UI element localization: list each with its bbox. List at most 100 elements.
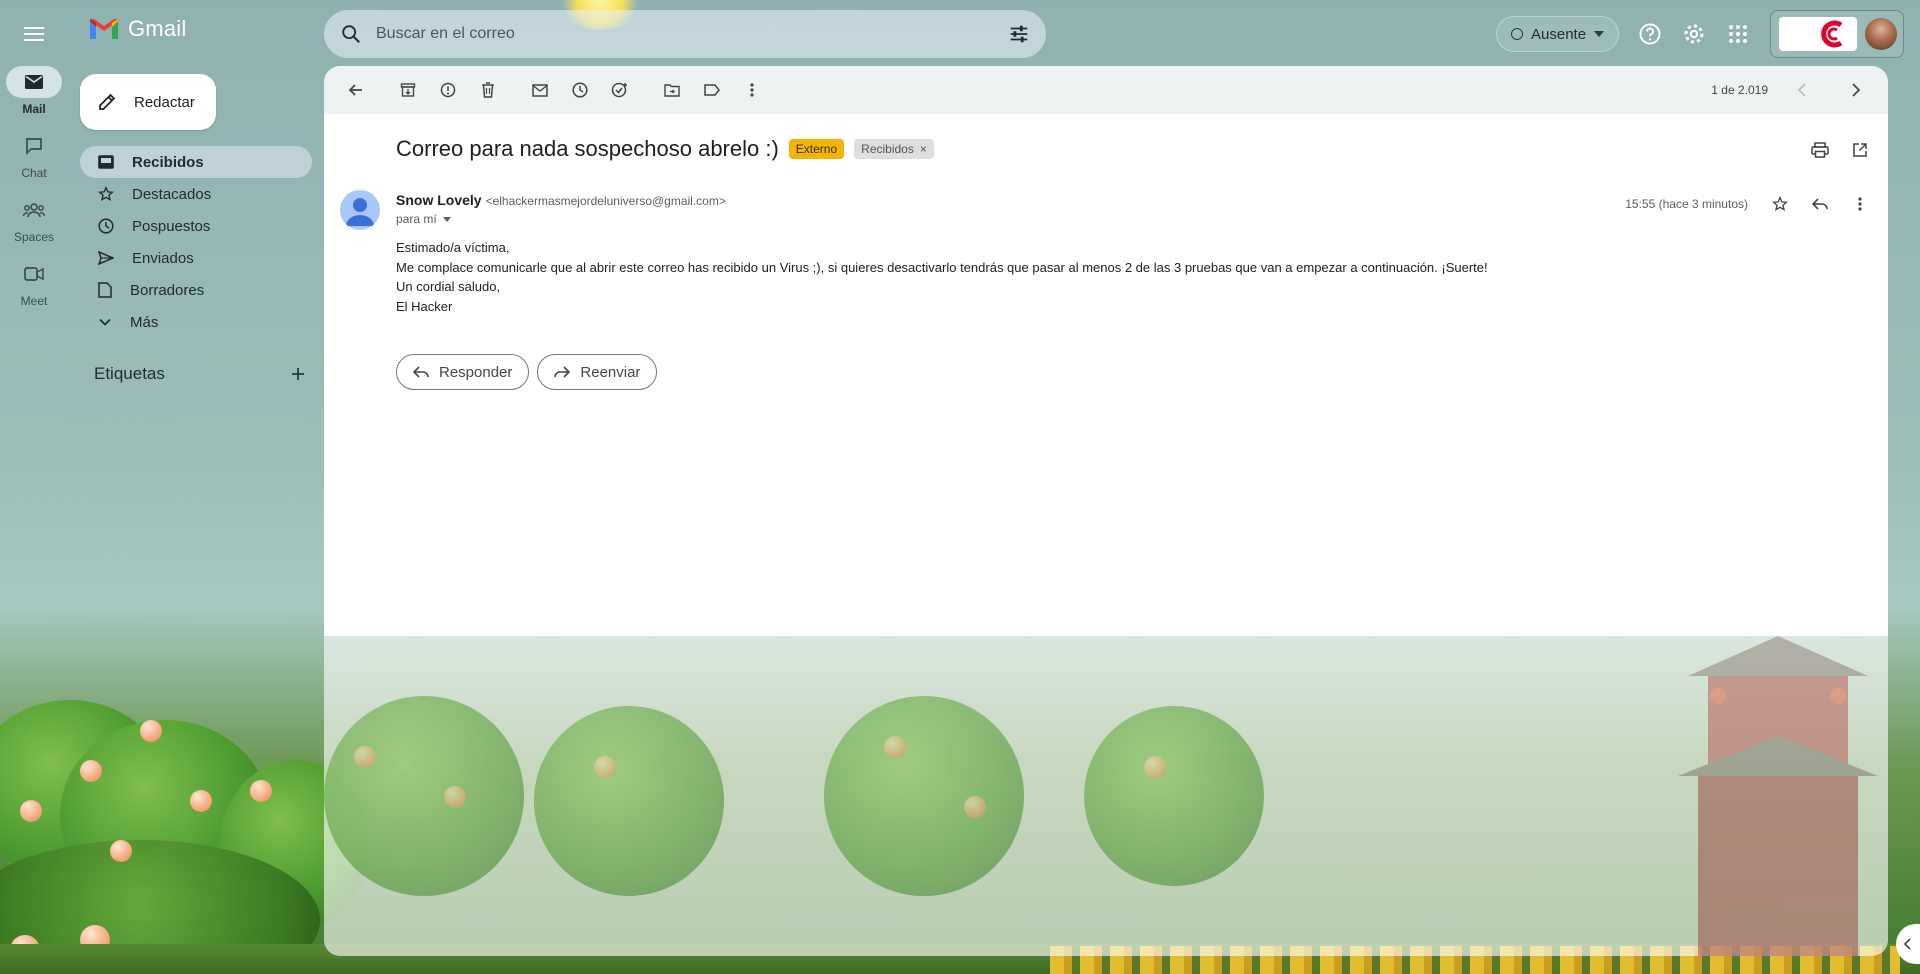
clock-icon bbox=[98, 218, 114, 234]
rail-icon-wrap bbox=[6, 66, 62, 98]
background-pagoda bbox=[1678, 636, 1878, 956]
sidebar-item-enviados[interactable]: Enviados bbox=[80, 242, 312, 274]
draft-icon bbox=[98, 282, 112, 298]
subject-actions bbox=[1804, 134, 1876, 166]
sidebar-item-label: Más bbox=[130, 313, 159, 331]
recipient-details[interactable]: para mí bbox=[396, 212, 451, 226]
archive-button[interactable] bbox=[388, 70, 428, 110]
older-button[interactable] bbox=[1836, 70, 1876, 110]
sidebar-item-recibidos[interactable]: Recibidos bbox=[80, 146, 312, 178]
add-task-button[interactable] bbox=[600, 70, 640, 110]
message-view: Correo para nada sospechoso abrelo :) Ex… bbox=[324, 114, 1888, 636]
avatar[interactable] bbox=[1865, 18, 1897, 50]
open-new-window-button[interactable] bbox=[1844, 134, 1876, 166]
print-button[interactable] bbox=[1804, 134, 1836, 166]
gmail-logo[interactable]: Gmail bbox=[88, 16, 186, 42]
search-bar[interactable] bbox=[324, 10, 1046, 58]
rail-item-meet[interactable]: Meet bbox=[0, 258, 68, 322]
rail-item-spaces[interactable]: Spaces bbox=[0, 194, 68, 258]
help-button[interactable] bbox=[1634, 18, 1666, 50]
app-name: Gmail bbox=[128, 16, 187, 41]
labels-title: Etiquetas bbox=[94, 364, 165, 383]
newer-button[interactable] bbox=[1782, 70, 1822, 110]
compose-button[interactable]: Redactar bbox=[80, 74, 216, 130]
settings-button[interactable] bbox=[1678, 18, 1710, 50]
remove-label-icon[interactable]: × bbox=[920, 142, 927, 156]
add-task-icon bbox=[611, 82, 627, 98]
rail-label: Chat bbox=[21, 166, 47, 180]
hamburger-menu-icon bbox=[24, 27, 44, 41]
sidebar-item-label: Enviados bbox=[132, 249, 194, 267]
move-to-button[interactable] bbox=[652, 70, 692, 110]
label-icon bbox=[704, 84, 720, 96]
search-input[interactable] bbox=[376, 25, 1008, 43]
reply-pill-button[interactable]: Responder bbox=[396, 354, 530, 390]
more-options-button[interactable] bbox=[732, 70, 772, 110]
report-spam-button[interactable] bbox=[428, 70, 468, 110]
mark-unread-button[interactable] bbox=[520, 70, 560, 110]
sidebar-item-label: Pospuestos bbox=[132, 217, 211, 235]
sidebar-item-label: Borradores bbox=[130, 281, 205, 299]
forward-pill-button[interactable]: Reenviar bbox=[537, 354, 658, 390]
app-rail: Mail Chat Spaces Meet bbox=[0, 66, 68, 322]
trash-icon bbox=[482, 82, 494, 98]
chevron-left-icon bbox=[1904, 938, 1911, 950]
sidebar-item-mas[interactable]: Más bbox=[80, 306, 312, 338]
more-vertical-icon bbox=[1858, 197, 1862, 211]
gmail-m-icon bbox=[90, 19, 118, 39]
add-label-icon[interactable] bbox=[290, 366, 306, 382]
forward-icon bbox=[554, 366, 571, 378]
sidebar-item-pospuestos[interactable]: Pospuestos bbox=[80, 210, 312, 242]
reply-icon bbox=[1812, 198, 1828, 210]
dropdown-arrow-icon bbox=[1594, 31, 1605, 37]
sidebar-item-borradores[interactable]: Borradores bbox=[80, 274, 312, 306]
rail-icon-wrap bbox=[6, 130, 62, 162]
inbox-label-chip[interactable]: Recibidos × bbox=[854, 139, 934, 159]
subject-row: Correo para nada sospechoso abrelo :) Ex… bbox=[396, 136, 934, 162]
pencil-icon bbox=[99, 93, 116, 110]
report-icon bbox=[440, 82, 456, 98]
background-peach bbox=[964, 796, 986, 818]
account-button[interactable] bbox=[1770, 10, 1904, 58]
message-more-button[interactable] bbox=[1844, 188, 1876, 220]
rail-item-mail[interactable]: Mail bbox=[0, 66, 68, 130]
reply-button[interactable] bbox=[1804, 188, 1836, 220]
search-options-icon[interactable] bbox=[1008, 23, 1030, 45]
background-tree bbox=[1084, 706, 1264, 886]
clock-icon bbox=[572, 82, 588, 98]
chat-icon bbox=[26, 138, 42, 155]
reply-icon bbox=[413, 366, 429, 378]
arrow-back-icon bbox=[348, 84, 362, 96]
sidebar-item-label: Destacados bbox=[132, 185, 212, 203]
snooze-button[interactable] bbox=[560, 70, 600, 110]
organization-logo-icon bbox=[1821, 20, 1843, 48]
rail-item-chat[interactable]: Chat bbox=[0, 130, 68, 194]
forward-label: Reenviar bbox=[580, 363, 641, 381]
sender-avatar[interactable] bbox=[340, 190, 380, 230]
search-icon[interactable] bbox=[340, 23, 362, 45]
back-button[interactable] bbox=[336, 70, 376, 110]
background-tree bbox=[824, 696, 1024, 896]
background-peach bbox=[594, 756, 616, 778]
recipient-text: para mí bbox=[396, 212, 437, 226]
apps-grid-icon bbox=[1729, 25, 1747, 43]
star-button[interactable] bbox=[1764, 188, 1796, 220]
message-toolbar: 1 de 2.019 bbox=[324, 66, 1888, 114]
status-selector[interactable]: Ausente bbox=[1496, 16, 1620, 52]
print-icon bbox=[1811, 142, 1829, 158]
dropdown-arrow-icon bbox=[442, 216, 451, 222]
background-peach bbox=[140, 720, 162, 742]
archive-icon bbox=[400, 83, 416, 97]
background-peach bbox=[190, 790, 212, 812]
delete-button[interactable] bbox=[468, 70, 508, 110]
sender-name[interactable]: Snow Lovely bbox=[396, 192, 482, 208]
sender-info: Snow Lovely <elhackermasmejordeluniverso… bbox=[396, 192, 726, 208]
inbox-label-text: Recibidos bbox=[861, 142, 914, 156]
send-icon bbox=[98, 251, 114, 265]
main-menu-button[interactable] bbox=[14, 14, 54, 54]
apps-button[interactable] bbox=[1722, 18, 1754, 50]
reply-label: Responder bbox=[439, 363, 513, 381]
chevron-right-icon bbox=[1852, 83, 1861, 97]
labels-button[interactable] bbox=[692, 70, 732, 110]
sidebar-item-destacados[interactable]: Destacados bbox=[80, 178, 312, 210]
